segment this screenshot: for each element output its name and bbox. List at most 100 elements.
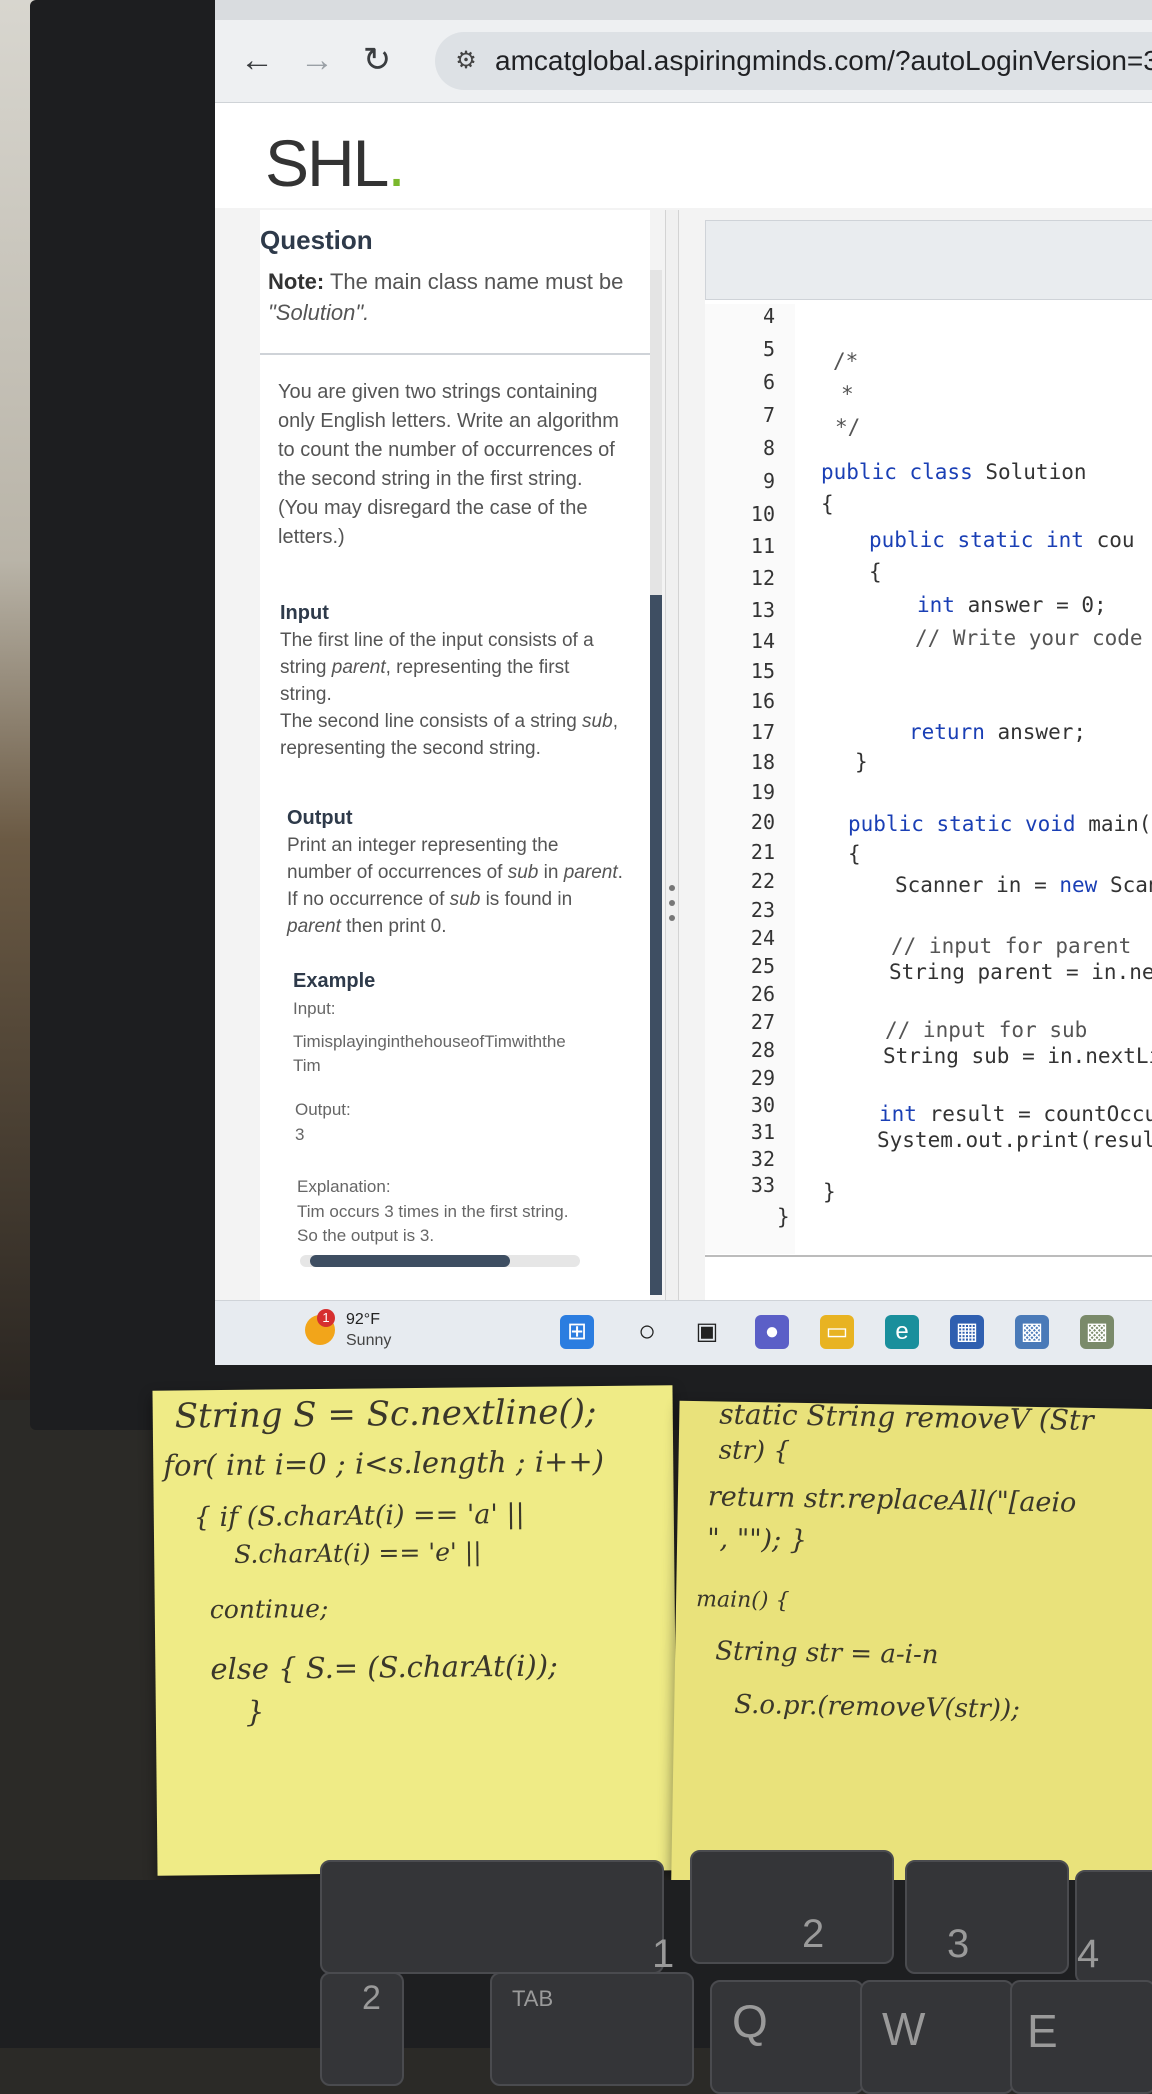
forward-arrow-icon[interactable]: →: [295, 38, 339, 82]
example-input-label: Input:: [293, 999, 336, 1018]
horizontal-scrollbar[interactable]: [300, 1255, 580, 1267]
example-output-value: 3: [295, 1125, 305, 1144]
tab-key: TAB: [490, 1972, 694, 2086]
question-panel: Question Note: The main class name must …: [260, 210, 650, 1300]
store-icon[interactable]: ▦: [950, 1315, 984, 1349]
line-number: 21: [750, 840, 775, 864]
network-tool-icon[interactable]: ▩: [1080, 1315, 1114, 1349]
line-number: 31: [750, 1120, 775, 1144]
code-line: // Write your code: [915, 626, 1143, 650]
keyboard-key: 2: [690, 1850, 894, 1964]
handwritten-line: else { S.= (S.charAt(i));: [210, 1648, 559, 1687]
line-number: 17: [750, 720, 775, 744]
code-line: {: [821, 492, 834, 516]
line-number: 13: [750, 598, 775, 622]
search-icon[interactable]: ○: [630, 1315, 664, 1349]
line-number: 14: [750, 629, 775, 653]
code-line: Scanner in = new Scann: [895, 873, 1152, 897]
teams-icon[interactable]: ●: [755, 1315, 789, 1349]
panel-splitter[interactable]: [665, 210, 679, 1300]
monitor-screen: ← → ↻ ⚙ amcatglobal.aspiringminds.com/?a…: [215, 0, 1152, 1365]
grip-dot: [669, 900, 675, 906]
line-number-gutter: 4 5 6 7 8 9 10 11 12 13 14 15 16 17 18 1…: [705, 304, 795, 1254]
handwritten-line: S.charAt(i) == 'e' ||: [234, 1537, 482, 1569]
code-line: }: [855, 750, 868, 774]
question-description: You are given two strings containing onl…: [278, 381, 619, 548]
task-view-icon[interactable]: ▣: [690, 1315, 724, 1349]
handwritten-line: ", ""); }: [706, 1523, 808, 1557]
line-number: 22: [750, 869, 775, 893]
code-line: }: [823, 1180, 836, 1204]
edge-icon[interactable]: e: [885, 1315, 919, 1349]
question-title: Question: [260, 225, 373, 255]
network-app-icon[interactable]: ▩: [1015, 1315, 1049, 1349]
keyboard-key: E: [1010, 1980, 1152, 2094]
handwritten-line: main() {: [695, 1587, 790, 1614]
line-number: 19: [750, 780, 775, 804]
handwritten-line: static String removeV (Str: [719, 1397, 1094, 1437]
example-heading: Example: [293, 970, 376, 992]
code-line: return answer;: [909, 720, 1087, 744]
file-explorer-icon[interactable]: ▭: [820, 1315, 854, 1349]
handwritten-line: { if (S.charAt(i) == 'a' ||: [193, 1498, 525, 1534]
start-icon[interactable]: ⊞: [560, 1315, 594, 1349]
line-number: 23: [750, 898, 775, 922]
reload-icon[interactable]: ↻: [355, 38, 399, 82]
line-number: 27: [750, 1010, 775, 1034]
code-editor[interactable]: 4 5 6 7 8 9 10 11 12 13 14 15 16 17 18 1…: [705, 220, 1152, 1310]
handwritten-line: String S = Sc.nextline();: [174, 1392, 597, 1437]
browser-toolbar: ← → ↻ ⚙ amcatglobal.aspiringminds.com/?a…: [215, 20, 1152, 103]
handwritten-line: return str.replaceAll("[aeio: [707, 1481, 1077, 1519]
keyboard-key: 3: [905, 1860, 1069, 1974]
question-scrollbar[interactable]: [650, 270, 662, 1295]
weather-temperature[interactable]: 92°F: [346, 1311, 380, 1329]
editor-header: [705, 220, 1152, 300]
question-scroll-thumb[interactable]: [650, 595, 662, 1295]
input-section: Input The first line of the input consis…: [280, 602, 618, 759]
back-arrow-icon[interactable]: ←: [235, 38, 279, 82]
address-bar[interactable]: ⚙ amcatglobal.aspiringminds.com/?autoLog…: [435, 32, 1152, 90]
line-number: 12: [750, 566, 775, 590]
horizontal-scroll-thumb[interactable]: [310, 1255, 510, 1267]
code-line: String parent = in.next: [889, 960, 1152, 984]
example-input-line2: Tim: [293, 1056, 321, 1075]
grip-dot: [669, 885, 675, 891]
code-line: public static int cou: [869, 528, 1135, 552]
line-number: 29: [750, 1066, 775, 1090]
line-number: 9: [762, 469, 775, 493]
keyboard-key: W: [860, 1980, 1014, 2094]
grip-dot: [669, 915, 675, 921]
line-number: 4: [762, 304, 775, 328]
code-line: String sub = in.nextLin: [883, 1044, 1152, 1068]
example-input-line1: TimisplayinginthehouseofTimwiththe: [293, 1032, 566, 1051]
line-number: 5: [762, 337, 775, 361]
divider: [260, 353, 650, 355]
weather-condition[interactable]: Sunny: [346, 1332, 391, 1350]
line-number: 6: [762, 370, 775, 394]
line-number: 30: [750, 1093, 775, 1117]
code-line: public static void main(S: [848, 812, 1152, 836]
explanation-label: Explanation:: [297, 1177, 391, 1196]
url-text: amcatglobal.aspiringminds.com/?autoLogin…: [495, 45, 1152, 76]
code-line: int result = countOccur(: [879, 1102, 1152, 1126]
line-number: 8: [762, 436, 775, 460]
line-number: 20: [750, 810, 775, 834]
handwritten-line: S.o.pr.(removeV(str));: [734, 1689, 1021, 1725]
notification-badge: 1: [317, 1309, 335, 1327]
line-number: 24: [750, 926, 775, 950]
code-line: }: [777, 1205, 790, 1229]
code-line: /*: [833, 349, 859, 373]
keyboard: 1 2 3 4 2 TAB Q W E: [0, 1850, 1152, 2094]
browser-tab-strip: [215, 0, 1152, 20]
code-line: System.out.print(result): [877, 1128, 1152, 1152]
keyboard-key: Q: [710, 1980, 864, 2094]
shl-logo: SHL.: [265, 126, 406, 200]
code-line: {: [848, 842, 861, 866]
keyboard-key: 2: [320, 1972, 404, 2086]
line-number: 16: [750, 689, 775, 713]
line-number: 15: [750, 659, 775, 683]
site-settings-icon[interactable]: ⚙: [449, 44, 483, 78]
handwritten-line: }: [245, 1694, 265, 1729]
explanation-line1: Tim occurs 3 times in the first string.: [297, 1202, 569, 1221]
question-note: Note: The main class name must be "Solut…: [268, 269, 624, 325]
